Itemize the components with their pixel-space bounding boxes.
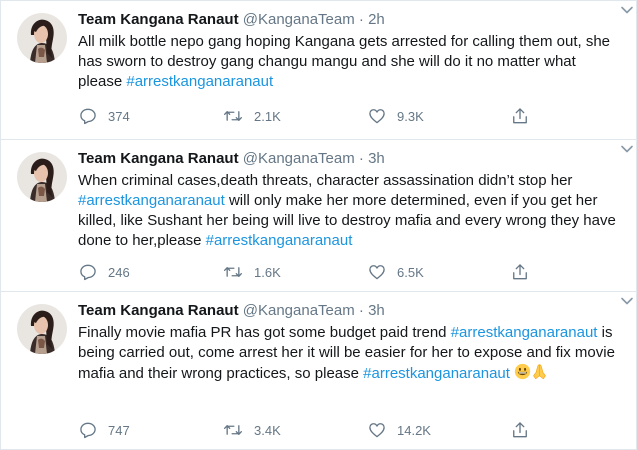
avatar[interactable] — [17, 13, 67, 63]
hashtag-link[interactable]: #arrestkanganaranaut — [126, 73, 273, 90]
tweet-text: Finally movie mafia PR has got some budg… — [78, 323, 622, 386]
retweet-icon — [224, 111, 242, 121]
author-handle[interactable]: @KanganaTeam — [243, 11, 355, 28]
like-count: 9.3K — [397, 108, 424, 124]
like-count: 6.5K — [397, 264, 424, 280]
tweet-content: Team Kangana Ranaut @KanganaTeam · 3h Fi… — [78, 301, 622, 386]
chevron-down-icon[interactable] — [620, 144, 634, 154]
tweet-actions: 246 1.6K 6.5K — [78, 262, 548, 282]
chevron-down-icon[interactable] — [620, 5, 634, 15]
retweet-icon — [224, 267, 242, 277]
tweet-text-part: Finally movie mafia PR has got some budg… — [78, 324, 451, 341]
tweet-text: When criminal cases,death threats, chara… — [78, 171, 622, 251]
author-name[interactable]: Team Kangana Ranaut — [78, 11, 239, 28]
like-button[interactable]: 14.2K — [367, 420, 431, 440]
tweet-time[interactable]: 3h — [368, 302, 385, 319]
hashtag-link[interactable]: #arrestkanganaranaut — [363, 365, 510, 382]
retweet-count: 3.4K — [254, 422, 281, 438]
retweet-button[interactable]: 1.6K — [222, 262, 281, 282]
avatar-image — [17, 304, 67, 354]
share-icon — [513, 422, 527, 438]
reply-button[interactable]: 747 — [78, 420, 130, 440]
avatar[interactable] — [17, 152, 67, 202]
heart-icon — [369, 265, 385, 280]
hashtag-link[interactable]: #arrestkanganaranaut — [78, 192, 225, 209]
tweet-actions: 747 3.4K 14.2K — [78, 420, 548, 440]
reply-count: 747 — [108, 422, 130, 438]
retweet-icon — [224, 425, 242, 435]
tweet[interactable]: Team Kangana Ranaut @KanganaTeam · 3h Wh… — [1, 140, 636, 292]
share-button[interactable] — [510, 262, 540, 282]
separator-dot: · — [358, 150, 364, 167]
like-button[interactable]: 9.3K — [367, 106, 424, 126]
tweet-feed: Team Kangana Ranaut @KanganaTeam · 2h Al… — [0, 0, 637, 450]
retweet-count: 2.1K — [254, 108, 281, 124]
author-handle[interactable]: @KanganaTeam — [243, 150, 355, 167]
chevron-down-icon[interactable] — [620, 296, 634, 306]
tweet-actions: 374 2.1K 9.3K — [78, 106, 548, 126]
tweet-time[interactable]: 2h — [368, 11, 385, 28]
folded-hands-emoji — [531, 363, 548, 386]
avatar-image — [17, 13, 67, 63]
like-count: 14.2K — [397, 422, 431, 438]
retweet-count: 1.6K — [254, 264, 281, 280]
share-icon — [513, 108, 527, 124]
like-button[interactable]: 6.5K — [367, 262, 424, 282]
tweet-content: Team Kangana Ranaut @KanganaTeam · 2h Al… — [78, 10, 622, 92]
reply-icon — [80, 264, 96, 281]
share-button[interactable] — [510, 106, 540, 126]
share-icon — [513, 264, 527, 280]
heart-icon — [369, 109, 385, 124]
reply-button[interactable]: 246 — [78, 262, 130, 282]
reply-icon — [80, 422, 96, 439]
tweet-header: Team Kangana Ranaut @KanganaTeam · 3h — [78, 301, 622, 321]
tweet-header: Team Kangana Ranaut @KanganaTeam · 3h — [78, 149, 622, 169]
separator-dot: · — [358, 11, 364, 28]
author-handle[interactable]: @KanganaTeam — [243, 302, 355, 319]
heart-icon — [369, 423, 385, 438]
tweet[interactable]: Team Kangana Ranaut @KanganaTeam · 2h Al… — [1, 1, 636, 140]
retweet-button[interactable]: 2.1K — [222, 106, 281, 126]
reply-icon — [80, 108, 96, 125]
hashtag-link[interactable]: #arrestkanganaranaut — [451, 324, 598, 341]
tweet[interactable]: Team Kangana Ranaut @KanganaTeam · 3h Fi… — [1, 292, 636, 449]
avatar-image — [17, 152, 67, 202]
retweet-button[interactable]: 3.4K — [222, 420, 281, 440]
tweet-time[interactable]: 3h — [368, 150, 385, 167]
grinning-face-emoji — [514, 363, 531, 386]
separator-dot: · — [358, 302, 364, 319]
author-name[interactable]: Team Kangana Ranaut — [78, 302, 239, 319]
tweet-header: Team Kangana Ranaut @KanganaTeam · 2h — [78, 10, 622, 30]
tweet-content: Team Kangana Ranaut @KanganaTeam · 3h Wh… — [78, 149, 622, 251]
reply-count: 374 — [108, 108, 130, 124]
hashtag-link[interactable]: #arrestkanganaranaut — [206, 232, 353, 249]
tweet-text: All milk bottle nepo gang hoping Kangana… — [78, 32, 622, 92]
author-name[interactable]: Team Kangana Ranaut — [78, 150, 239, 167]
reply-button[interactable]: 374 — [78, 106, 130, 126]
share-button[interactable] — [510, 420, 540, 440]
tweet-text-part: When criminal cases,death threats, chara… — [78, 172, 573, 189]
avatar[interactable] — [17, 304, 67, 354]
reply-count: 246 — [108, 264, 130, 280]
